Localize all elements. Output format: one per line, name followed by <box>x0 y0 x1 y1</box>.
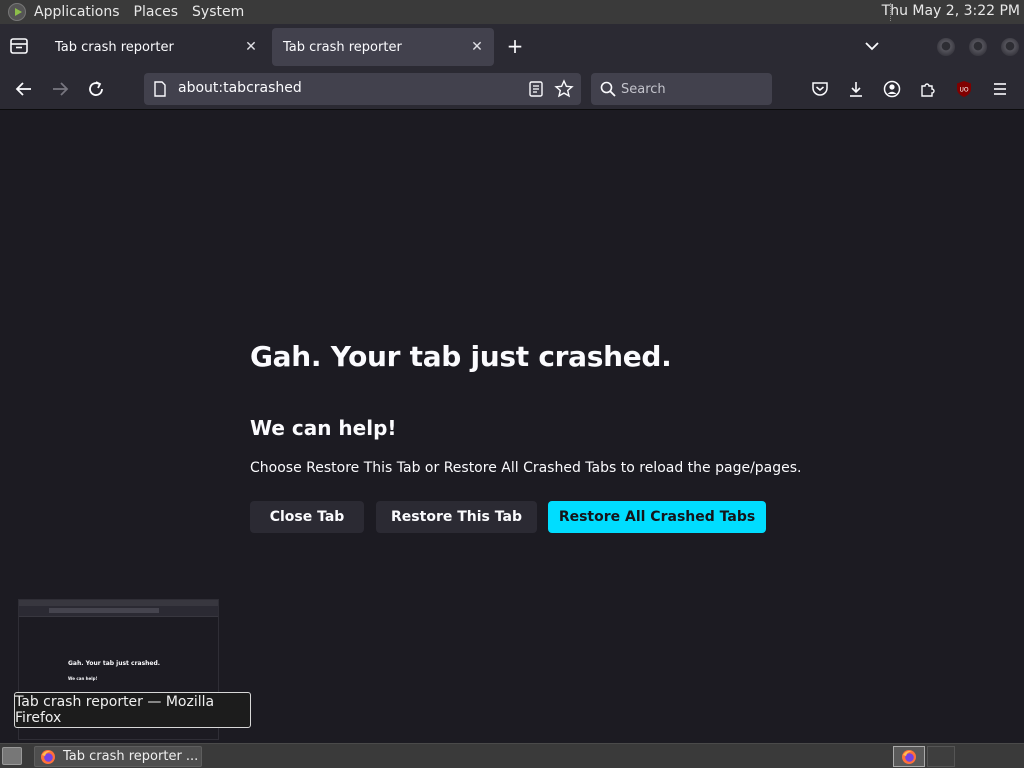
extensions-puzzle-icon[interactable] <box>916 77 940 101</box>
forward-arrow-icon[interactable] <box>48 77 72 101</box>
search-bar[interactable] <box>591 73 772 105</box>
tab-title: Tab crash reporter <box>283 39 402 55</box>
account-icon[interactable] <box>880 77 904 101</box>
close-tab-button[interactable]: Close Tab <box>250 501 364 533</box>
svg-text:UO: UO <box>959 87 968 94</box>
reader-view-icon[interactable] <box>528 80 544 102</box>
firefox-view-button[interactable] <box>8 36 30 56</box>
firefox-icon <box>40 749 56 766</box>
page-subtitle: We can help! <box>250 416 397 440</box>
clock[interactable]: Thu May 2, 3:22 PM <box>882 3 1020 19</box>
preview-title: Gah. Your tab just crashed. <box>68 660 161 667</box>
taskbar-window-item[interactable]: Tab crash reporter ... <box>34 746 202 767</box>
close-window-button[interactable] <box>1001 38 1019 56</box>
tab-close-icon[interactable]: ✕ <box>468 38 486 56</box>
preview-urlbar <box>49 608 159 613</box>
tab-crash-reporter-2[interactable]: Tab crash reporter ✕ <box>272 28 494 66</box>
distro-logo-icon[interactable] <box>8 3 26 21</box>
reload-icon[interactable] <box>84 77 108 101</box>
page-title: Gah. Your tab just crashed. <box>250 340 672 373</box>
workspace-1[interactable] <box>893 746 925 767</box>
menu-places[interactable]: Places <box>134 4 179 20</box>
workspace-2[interactable] <box>927 746 955 767</box>
tab-bar: Tab crash reporter ✕ Tab crash reporter … <box>0 24 1024 68</box>
search-input[interactable] <box>621 79 761 99</box>
taskbar-item-label: Tab crash reporter ... <box>63 749 199 764</box>
pocket-icon[interactable] <box>808 77 832 101</box>
url-bar[interactable]: about:tabcrashed <box>144 73 581 105</box>
list-all-tabs-chevron-icon[interactable] <box>862 37 882 55</box>
url-text[interactable]: about:tabcrashed <box>178 80 302 96</box>
hamburger-menu-icon[interactable] <box>988 77 1012 101</box>
minimize-window-button[interactable] <box>937 38 955 56</box>
os-taskbar: Tab crash reporter ... <box>0 743 1024 768</box>
tab-title: Tab crash reporter <box>55 39 174 55</box>
page-icon <box>153 81 167 101</box>
show-desktop-icon[interactable] <box>2 747 22 765</box>
preview-subtitle: We can help! <box>68 676 98 681</box>
search-icon <box>600 81 616 101</box>
downloads-icon[interactable] <box>844 77 868 101</box>
new-tab-plus-icon[interactable]: + <box>504 36 526 58</box>
ublock-origin-icon[interactable]: UO <box>952 77 976 101</box>
bookmark-star-icon[interactable] <box>554 79 574 103</box>
maximize-window-button[interactable] <box>969 38 987 56</box>
tab-crash-reporter-1[interactable]: Tab crash reporter ✕ <box>44 28 268 66</box>
menu-system[interactable]: System <box>192 4 244 20</box>
menu-applications[interactable]: Applications <box>34 4 120 20</box>
page-description: Choose Restore This Tab or Restore All C… <box>250 460 802 476</box>
firefox-icon <box>902 749 916 764</box>
navigation-toolbar: about:tabcrashed UO <box>0 68 1024 110</box>
window-tooltip: Tab crash reporter — Mozilla Firefox <box>14 692 251 728</box>
os-top-panel: Applications Places System Thu May 2, 3:… <box>0 0 1024 24</box>
firefox-view-icon <box>10 38 28 54</box>
tab-close-icon[interactable]: ✕ <box>242 38 260 56</box>
restore-this-tab-button[interactable]: Restore This Tab <box>376 501 537 533</box>
restore-all-crashed-tabs-button[interactable]: Restore All Crashed Tabs <box>548 501 766 533</box>
back-arrow-icon[interactable] <box>12 77 36 101</box>
